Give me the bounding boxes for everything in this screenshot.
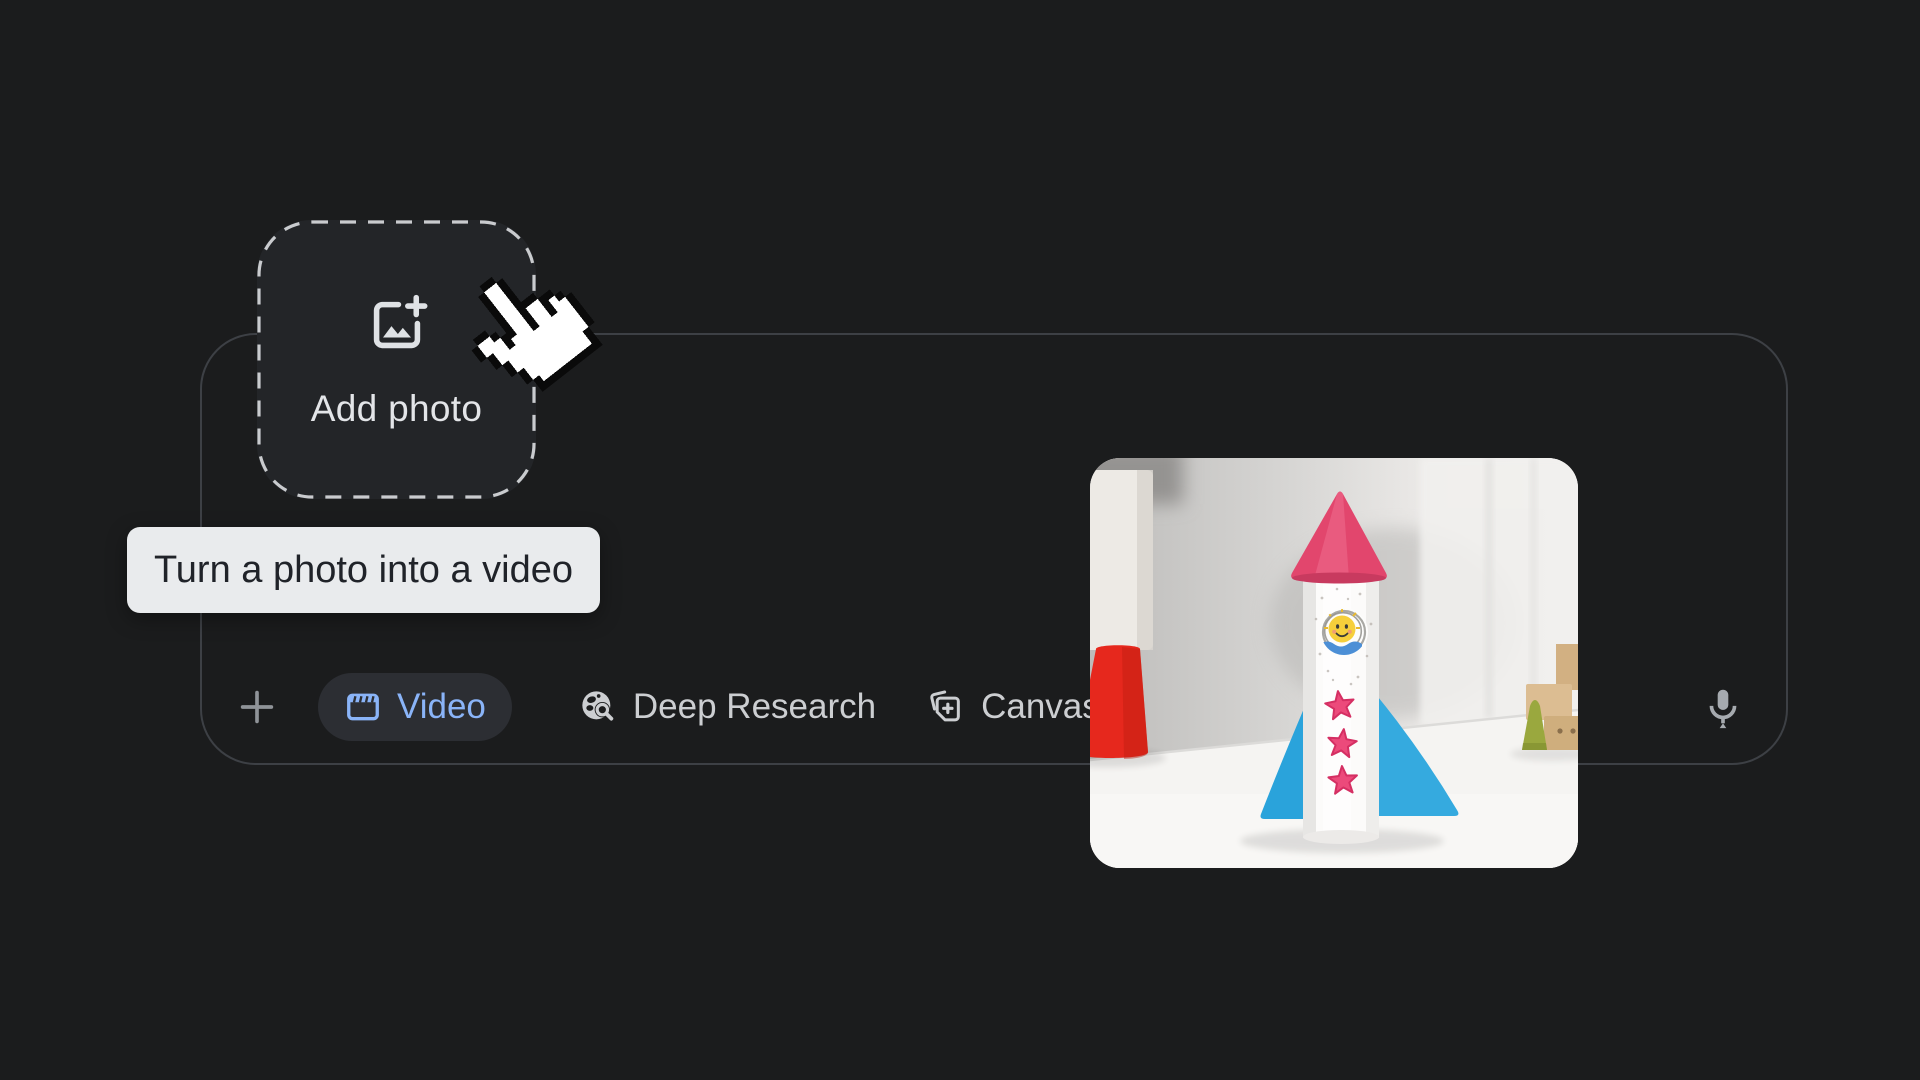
chip-deep-research-label: Deep Research [632, 687, 877, 726]
tooltip: Turn a photo into a video [127, 527, 600, 613]
add-photo-dropzone[interactable]: Add photo [257, 220, 536, 499]
mic-button[interactable] [1698, 683, 1748, 735]
composer-toolbar: Video Deep Research Canvas [232, 673, 1110, 741]
mic-icon [1709, 689, 1737, 729]
dashed-border [257, 220, 536, 499]
add-attachment-button[interactable] [232, 682, 282, 732]
rocket-photo-illustration [1090, 458, 1578, 868]
page-root: { "app": { "background": "#1b1c1d", "acc… [0, 0, 1920, 1080]
chip-canvas[interactable]: Canvas [916, 673, 1110, 741]
chip-video-label: Video [397, 687, 486, 726]
chip-video[interactable]: Video [318, 673, 512, 741]
rocket-photo [1090, 458, 1578, 868]
add-photo-label: Add photo [310, 387, 483, 429]
tooltip-text: Turn a photo into a video [154, 548, 573, 591]
deep-research-icon [582, 691, 614, 721]
chip-canvas-label: Canvas [981, 687, 1100, 726]
canvas-icon [930, 690, 960, 722]
add-photo-icon [373, 294, 427, 348]
chip-deep-research[interactable]: Deep Research [568, 673, 886, 741]
video-icon [347, 693, 379, 721]
plus-icon [240, 690, 274, 724]
